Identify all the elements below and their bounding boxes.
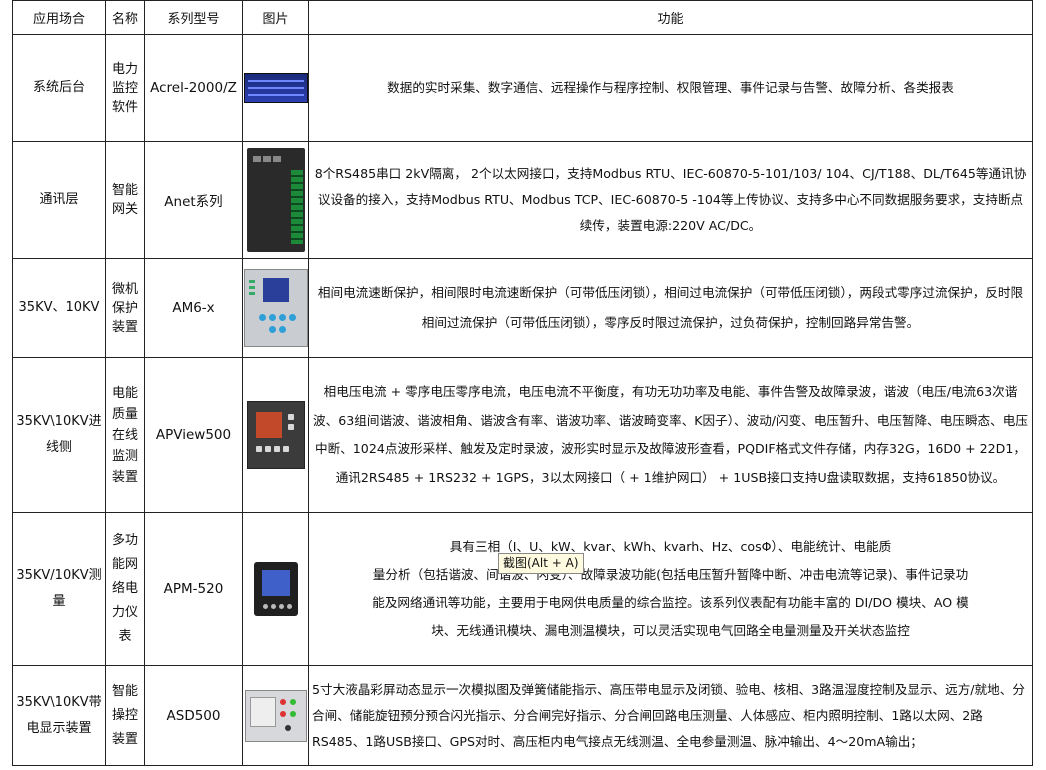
name-cell: 智能 操控 装置 — [105, 665, 145, 766]
scene-cell: 系统后台 — [12, 34, 106, 142]
function-cell: 数据的实时采集、数字通信、远程操作与程序控制、权限管理、事件记录与告警、故障分析… — [308, 34, 1033, 142]
function-cell: 5寸大液晶彩屏动态显示一次模拟图及弹簧储能指示、高压带电显示及闭锁、验电、核相、… — [308, 665, 1033, 766]
model-cell: APM-520 — [144, 512, 243, 666]
table-row: 系统后台 电力 监控 软件 Acrel-2000/Z 数据的实时采集、数字通信、远程… — [12, 34, 1033, 142]
header-row: 应用场合 名称 系列型号 图片 功能 — [12, 0, 1033, 35]
smart-control-device-image — [244, 689, 307, 742]
function-cell: 8个RS485串口 2kV隔离， 2个以太网接口，支持Modbus RTU、IE… — [308, 141, 1033, 259]
image-cell — [242, 512, 309, 666]
scene-cell: 35KV/10KV测量 — [12, 512, 106, 666]
model-cell: Acrel-2000/Z — [144, 34, 243, 142]
header-cell: 图片 — [242, 0, 309, 35]
model-cell: APView500 — [144, 357, 243, 513]
software-screenshot-image — [243, 73, 308, 103]
gateway-device-image — [246, 148, 305, 252]
table-row: 35KV/10KV测量 多功 能网 络电 力仪表 APM-520 具有三相（I、U、… — [12, 512, 1033, 666]
model-cell: AM6-x — [144, 258, 243, 358]
protection-relay-image — [243, 269, 308, 347]
scene-cell: 35KV、10KV — [12, 258, 106, 358]
name-cell: 电力 监控 软件 — [105, 34, 145, 142]
multifunction-meter-image — [253, 562, 298, 616]
name-cell: 智能 网关 — [105, 141, 145, 259]
model-cell: ASD500 — [144, 665, 243, 766]
model-cell: Anet系列 — [144, 141, 243, 259]
table-row: 通讯层 智能 网关 Anet系列 8个RS485串口 2kV隔离， 2个以太网接口… — [12, 141, 1033, 259]
image-cell — [242, 34, 309, 142]
scene-cell: 通讯层 — [12, 141, 106, 259]
power-quality-monitor-image — [246, 401, 305, 469]
image-cell — [242, 258, 309, 358]
table-row: 35KV、10KV 微机 保护 装置 AM6-x 相间电流速断保护，相间限时电流速断… — [12, 258, 1033, 358]
name-cell: 电能 质量 在线 监测 装置 — [105, 357, 145, 513]
image-cell — [242, 141, 309, 259]
screenshot-tooltip: 截图(Alt + A) — [498, 553, 584, 574]
scene-cell: 35KV\10KV带 电显示装置 — [12, 665, 106, 766]
header-cell: 应用场合 — [12, 0, 106, 35]
table-row: 35KV\10KV进 线侧 电能 质量 在线 监测 装置 APView500 相电压电流… — [12, 357, 1033, 513]
function-cell: 具有三相（I、U、kW、kvar、kWh、kvarh、Hz、cosΦ）、电能统计… — [308, 512, 1033, 666]
function-cell: 相电压电流 + 零序电压零序电流，电压电流不平衡度，有功无功功率及电能、事件告警… — [308, 357, 1033, 513]
header-cell: 名称 — [105, 0, 145, 35]
image-cell — [242, 665, 309, 766]
table-row: 35KV\10KV带 电显示装置 智能 操控 装置 ASD500 5寸大液晶彩屏动态显… — [12, 665, 1033, 766]
image-cell — [242, 357, 309, 513]
scene-cell: 35KV\10KV进 线侧 — [12, 357, 106, 513]
function-cell: 相间电流速断保护，相间限时电流速断保护（可带低压闭锁），相间过电流保护（可带低压… — [308, 258, 1033, 358]
name-cell: 多功 能网 络电 力仪表 — [105, 512, 145, 666]
name-cell: 微机 保护 装置 — [105, 258, 145, 358]
header-cell: 系列型号 — [144, 0, 243, 35]
header-cell: 功能 — [308, 0, 1033, 35]
product-table: 应用场合 名称 系列型号 图片 功能 系统后台 电力 监控 软件 Acrel-200… — [12, 0, 1033, 766]
